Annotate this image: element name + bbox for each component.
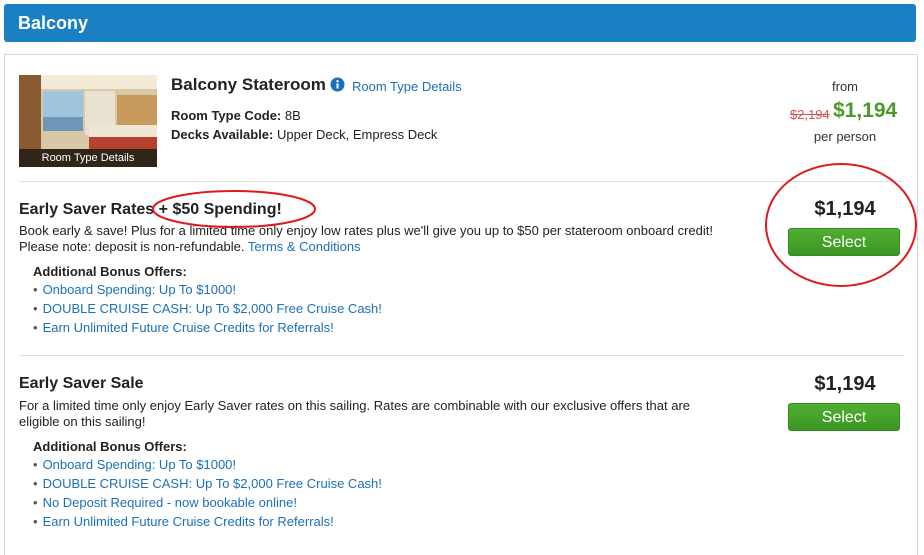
section-header: Balcony [4, 4, 916, 42]
bonus-link[interactable]: Earn Unlimited Future Cruise Credits for… [33, 512, 382, 531]
offer-description: Book early & save! Plus for a limited ti… [19, 223, 713, 254]
bonus-list: Onboard Spending: Up To $1000! DOUBLE CR… [33, 455, 382, 531]
room-name: Balcony Stateroom [171, 75, 326, 94]
offer-title: Early Saver Rates + $50 Spending! [19, 201, 282, 218]
select-button[interactable]: Select [788, 403, 900, 431]
room-thumbnail[interactable]: Room Type Details [19, 75, 157, 167]
offer-title: Early Saver Sale [19, 375, 144, 392]
bonus-list: Onboard Spending: Up To $1000! DOUBLE CR… [33, 280, 382, 337]
offer-description: For a limited time only enjoy Early Save… [19, 398, 691, 429]
room-type-code: Room Type Code: 8B [171, 108, 301, 123]
room-panel: Room Type Details Balcony Stateroom Room… [4, 54, 918, 555]
bonus-link[interactable]: Onboard Spending: Up To $1000! [33, 455, 382, 474]
divider [19, 181, 905, 182]
bonus-link[interactable]: No Deposit Required - now bookable onlin… [33, 493, 382, 512]
section-title: Balcony [18, 13, 89, 33]
from-label: from [832, 79, 858, 94]
per-person-label: per person [813, 129, 877, 144]
bonus-offers-title: Additional Bonus Offers: [33, 264, 187, 279]
new-price: $1,194 [833, 99, 898, 122]
select-button[interactable]: Select [788, 228, 900, 256]
terms-link[interactable]: Terms & Conditions [248, 239, 361, 254]
room-type-details-link[interactable]: Room Type Details [352, 79, 462, 94]
old-price: $2,194 [790, 107, 830, 122]
bonus-offers-title: Additional Bonus Offers: [33, 439, 187, 454]
decks-available: Decks Available: Upper Deck, Empress Dec… [171, 127, 438, 142]
bonus-link[interactable]: Onboard Spending: Up To $1000! [33, 280, 382, 299]
divider [19, 355, 905, 356]
bonus-link[interactable]: DOUBLE CRUISE CASH: Up To $2,000 Free Cr… [33, 474, 382, 493]
offer-price: $1,194 [814, 373, 876, 395]
thumb-caption: Room Type Details [19, 149, 157, 167]
bonus-link[interactable]: Earn Unlimited Future Cruise Credits for… [33, 318, 382, 337]
info-icon[interactable] [330, 77, 345, 97]
bonus-link[interactable]: DOUBLE CRUISE CASH: Up To $2,000 Free Cr… [33, 299, 382, 318]
offer-price: $1,194 [814, 198, 876, 220]
